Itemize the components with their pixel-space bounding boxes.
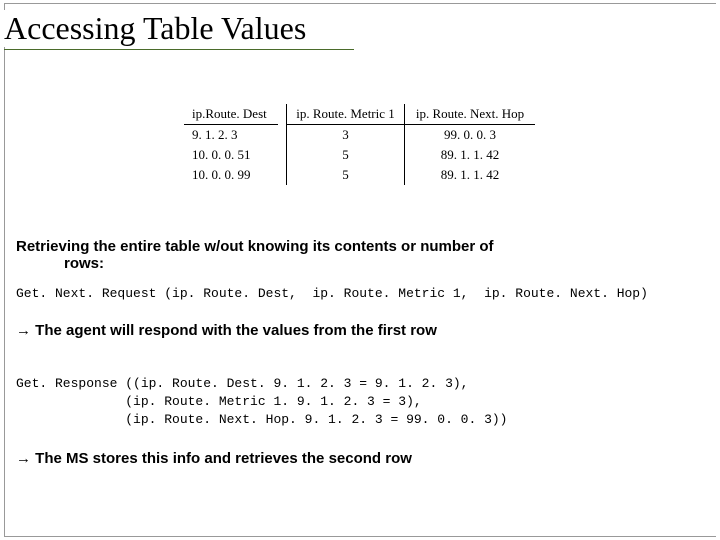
header-dest: ip.Route. Dest: [184, 104, 278, 125]
para1-line1: Retrieving the entire table w/out knowin…: [16, 238, 494, 255]
cell-metric: 3: [287, 125, 404, 145]
get-response-l1: Get. Response ((ip. Route. Dest. 9. 1. 2…: [16, 376, 468, 391]
arrow-icon: →: [16, 451, 31, 467]
frame-top: [4, 3, 716, 4]
getnext-request: Get. Next. Request (ip. Route. Dest, ip.…: [16, 286, 648, 301]
get-response-l3: (ip. Route. Next. Hop. 9. 1. 2. 3 = 99. …: [16, 412, 507, 427]
cell-dest: 10. 0. 0. 99: [184, 165, 278, 185]
column-dest: ip.Route. Dest 9. 1. 2. 3 10. 0. 0. 51 1…: [184, 104, 287, 185]
column-nexthop: ip. Route. Next. Hop 99. 0. 0. 3 89. 1. …: [405, 104, 535, 185]
routing-table: ip.Route. Dest 9. 1. 2. 3 10. 0. 0. 51 1…: [184, 104, 535, 185]
arrow1-text: The agent will respond with the values f…: [31, 322, 437, 339]
paragraph-retrieve: Retrieving the entire table w/out knowin…: [16, 238, 696, 272]
get-response-l2: (ip. Route. Metric 1. 9. 1. 2. 3 = 3),: [16, 394, 422, 409]
arrow-icon: →: [16, 323, 31, 339]
arrow2-text: The MS stores this info and retrieves th…: [31, 450, 412, 467]
arrow-line-1: → The agent will respond with the values…: [16, 322, 437, 340]
frame-bottom: [4, 536, 716, 537]
header-nexthop: ip. Route. Next. Hop: [405, 104, 535, 125]
title-underline: [4, 49, 354, 50]
cell-nexthop: 89. 1. 1. 42: [405, 145, 535, 165]
cell-dest: 9. 1. 2. 3: [184, 125, 278, 145]
arrow-line-2: → The MS stores this info and retrieves …: [16, 450, 412, 468]
cell-metric: 5: [287, 165, 404, 185]
header-metric: ip. Route. Metric 1: [287, 104, 404, 125]
frame-left: [4, 3, 5, 537]
cell-nexthop: 89. 1. 1. 42: [405, 165, 535, 185]
para1-line2: rows:: [64, 255, 696, 272]
cell-metric: 5: [287, 145, 404, 165]
cell-dest: 10. 0. 0. 51: [184, 145, 278, 165]
column-metric: ip. Route. Metric 1 3 5 5: [287, 104, 405, 185]
cell-nexthop: 99. 0. 0. 3: [405, 125, 535, 145]
page-title: Accessing Table Values: [4, 10, 314, 47]
